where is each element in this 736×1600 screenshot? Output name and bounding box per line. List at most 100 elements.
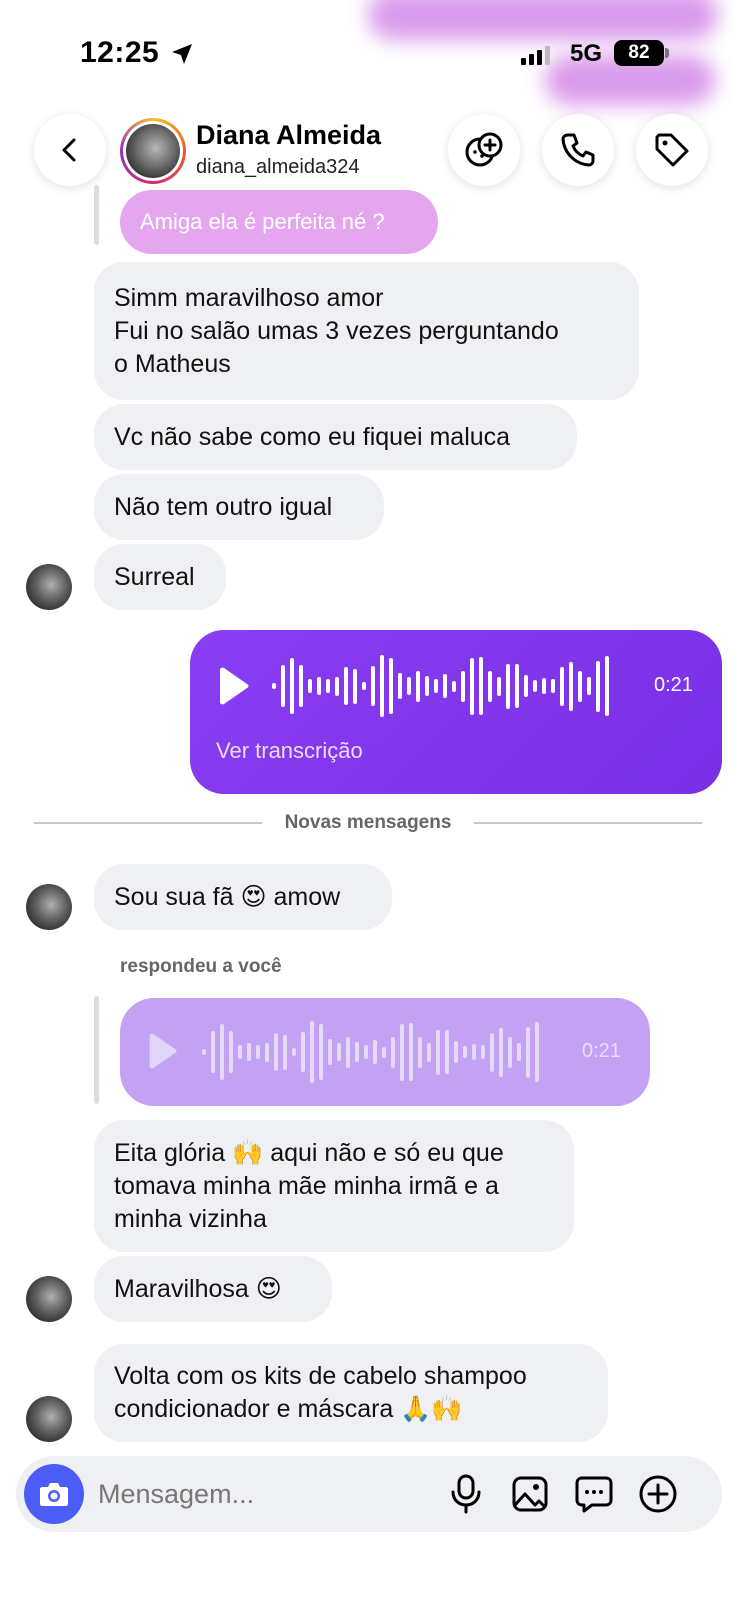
microphone-button[interactable] xyxy=(444,1472,488,1516)
waveform-bar xyxy=(526,1026,530,1078)
waveform-bar xyxy=(508,1036,512,1068)
microphone-icon xyxy=(451,1474,481,1514)
waveform-bar xyxy=(301,1032,305,1072)
waveform-bar xyxy=(373,1040,377,1064)
waveform-bar xyxy=(328,1039,332,1065)
camera-button[interactable] xyxy=(24,1464,84,1524)
waveform-bar xyxy=(283,1034,287,1070)
message-bubble[interactable]: Surreal xyxy=(94,544,226,610)
message-text: Não tem outro igual xyxy=(114,492,333,521)
waveform-bar xyxy=(533,680,537,692)
waveform-bar xyxy=(380,655,384,717)
waveform-bar xyxy=(319,1024,323,1080)
gallery-button[interactable] xyxy=(508,1472,552,1516)
message-bubble[interactable]: Volta com os kits de cabelo shampoo cond… xyxy=(94,1344,608,1442)
waveform-bar xyxy=(479,657,483,715)
waveform-bar xyxy=(391,1036,395,1068)
waveform-bar xyxy=(400,1023,404,1081)
sticker-icon xyxy=(465,132,503,167)
call-button[interactable] xyxy=(542,114,614,186)
quoted-message[interactable]: Amiga ela é perfeita né ? xyxy=(120,190,438,254)
waveform-bar xyxy=(220,1024,224,1080)
waveform-bar xyxy=(452,680,456,692)
waveform-bar xyxy=(211,1031,215,1073)
waveform-bar xyxy=(515,664,519,708)
waveform-bar xyxy=(596,660,600,712)
camera-icon xyxy=(40,1483,68,1506)
voice-waveform[interactable] xyxy=(272,652,609,720)
message-bubble[interactable]: Vc não sabe como eu fiquei maluca xyxy=(94,404,577,470)
tag-button[interactable] xyxy=(636,114,708,186)
view-transcription-link[interactable]: Ver transcrição xyxy=(216,738,363,764)
waveform-bar xyxy=(436,1029,440,1075)
message-bubble[interactable]: Não tem outro igual xyxy=(94,474,384,540)
waveform-bar xyxy=(308,679,312,693)
message-text: o Matheus xyxy=(114,349,231,378)
plus-icon xyxy=(639,1475,677,1513)
waveform-bar xyxy=(416,670,420,702)
add-button[interactable] xyxy=(636,1472,680,1516)
waveform-bar xyxy=(535,1022,539,1082)
message-bubble[interactable]: Sou sua fã 😍 amow xyxy=(94,864,392,930)
sender-avatar[interactable] xyxy=(26,884,72,930)
waveform-bar xyxy=(335,676,339,696)
waveform-bar xyxy=(461,670,465,702)
divider-line-right xyxy=(474,822,702,824)
message-text: Eita glória 🙌 aqui não e só eu que xyxy=(114,1138,504,1167)
waveform-bar xyxy=(353,668,357,704)
message-input[interactable] xyxy=(98,1456,438,1532)
waveform-bar xyxy=(382,1046,386,1058)
waveform-bar xyxy=(578,670,582,702)
waveform-bar xyxy=(407,677,411,695)
waveform-bar xyxy=(364,1045,368,1059)
back-button[interactable] xyxy=(34,114,106,186)
sender-avatar[interactable] xyxy=(26,1276,72,1322)
waveform-bar xyxy=(337,1043,341,1061)
sender-avatar[interactable] xyxy=(26,564,72,610)
contact-avatar[interactable] xyxy=(120,118,186,184)
waveform-bar xyxy=(560,666,564,706)
quoted-voice-message[interactable]: 0:21 xyxy=(120,998,650,1106)
message-bubble[interactable]: Eita glória 🙌 aqui não e só eu que tomav… xyxy=(94,1120,574,1252)
waveform-bar xyxy=(355,1042,359,1062)
waveform-bar xyxy=(229,1031,233,1073)
waveform-bar xyxy=(587,677,591,695)
voice-waveform xyxy=(202,1016,539,1088)
waveform-bar xyxy=(317,677,321,695)
sticker-message-button[interactable] xyxy=(572,1472,616,1516)
contact-handle[interactable]: diana_almeida324 xyxy=(196,156,359,179)
waveform-bar xyxy=(517,1043,521,1061)
waveform-bar xyxy=(398,673,402,699)
back-icon xyxy=(62,138,76,162)
waveform-bar xyxy=(281,665,285,707)
replied-label: respondeu a você xyxy=(120,956,282,977)
message-text: Fui no salão umas 3 vezes perguntando xyxy=(114,316,559,345)
battery-tip xyxy=(665,48,669,58)
message-bubble[interactable]: Maravilhosa 😍 xyxy=(94,1256,332,1322)
gallery-icon xyxy=(512,1476,548,1512)
message-bubble[interactable]: Simm maravilhoso amor Fui no salão umas … xyxy=(94,262,639,400)
waveform-bar xyxy=(481,1045,485,1059)
sticker-button[interactable] xyxy=(448,114,520,186)
message-text: condicionador e máscara 🙏🙌 xyxy=(114,1395,463,1423)
message-text: Vc não sabe como eu fiquei maluca xyxy=(114,422,511,451)
waveform-bar xyxy=(497,676,501,696)
contact-name[interactable]: Diana Almeida xyxy=(196,120,381,151)
waveform-bar xyxy=(247,1043,251,1061)
play-icon[interactable] xyxy=(214,666,250,706)
waveform-bar xyxy=(310,1021,314,1083)
waveform-bar xyxy=(265,1042,269,1062)
tag-icon xyxy=(655,133,689,167)
message-text: Surreal xyxy=(114,562,195,591)
message-text: Simm maravilhoso amor xyxy=(114,283,384,312)
status-time: 12:25 xyxy=(80,36,160,69)
waveform-bar xyxy=(445,1030,449,1074)
waveform-bar xyxy=(490,1032,494,1072)
waveform-bar xyxy=(238,1045,242,1059)
waveform-bar xyxy=(346,1036,350,1068)
voice-message[interactable]: 0:21 Ver transcrição xyxy=(190,630,722,794)
voice-duration: 0:21 xyxy=(582,1040,621,1062)
waveform-bar xyxy=(434,679,438,693)
sender-avatar[interactable] xyxy=(26,1396,72,1442)
message-text: Sou sua fã 😍 amow xyxy=(114,882,341,911)
